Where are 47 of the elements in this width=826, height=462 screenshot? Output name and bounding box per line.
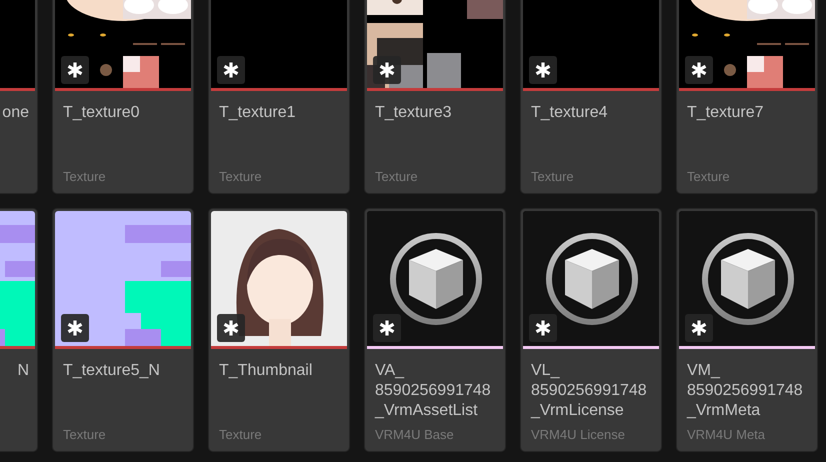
asset-card[interactable]: T_texture3 Texture <box>364 0 506 194</box>
asset-name: one <box>1 103 30 123</box>
cube-icon <box>523 211 659 346</box>
asset-card[interactable]: T_texture1 Texture <box>208 0 350 194</box>
asset-card[interactable]: VM_ 8590256991748 _VrmMeta VRM4U Meta <box>676 208 818 452</box>
asset-type: Texture <box>62 427 106 444</box>
asset-card[interactable]: N <box>0 208 38 452</box>
asset-name: T_texture1 <box>218 103 296 123</box>
asset-name: T_texture3 <box>374 103 452 123</box>
asterisk-icon <box>223 62 239 78</box>
asset-name: T_texture7 <box>686 103 764 123</box>
asterisk-icon <box>379 320 395 336</box>
asset-type: Texture <box>218 427 262 444</box>
asset-card[interactable]: T_texture4 Texture <box>520 0 662 194</box>
asset-card[interactable]: one <box>0 0 38 194</box>
asterisk-icon <box>691 62 707 78</box>
asterisk-icon <box>223 320 239 336</box>
asterisk-icon <box>67 320 83 336</box>
asset-card[interactable]: T_Thumbnail Texture <box>208 208 350 452</box>
asset-type: VRM4U License <box>530 427 625 444</box>
asset-card[interactable]: T_texture5_N Texture <box>52 208 194 452</box>
asset-type: VRM4U Meta <box>686 427 766 444</box>
asset-type: Texture <box>374 169 418 186</box>
asset-card[interactable]: T_texture0 Texture <box>52 0 194 194</box>
asterisk-icon <box>379 62 395 78</box>
asset-name: T_texture5_N <box>62 361 161 381</box>
asset-name: VM_ 8590256991748 _VrmMeta <box>686 361 804 421</box>
asterisk-icon <box>691 320 707 336</box>
asterisk-icon <box>67 62 83 78</box>
asset-card[interactable]: VL_ 8590256991748 _VrmLicense VRM4U License <box>520 208 662 452</box>
asset-name: VA_ 8590256991748 _VrmAssetList <box>374 361 492 421</box>
asterisk-icon <box>535 62 551 78</box>
asset-type: VRM4U Base <box>374 427 454 444</box>
asset-type: Texture <box>686 169 730 186</box>
cube-icon <box>367 211 503 346</box>
asterisk-icon <box>535 320 551 336</box>
asset-card[interactable]: T_texture7 Texture <box>676 0 818 194</box>
asset-name: T_texture4 <box>530 103 608 123</box>
asset-name: VL_ 8590256991748 _VrmLicense <box>530 361 648 421</box>
asset-name: T_texture0 <box>62 103 140 123</box>
asset-name: N <box>16 361 30 381</box>
cube-icon <box>679 211 815 346</box>
asset-type: Texture <box>62 169 106 186</box>
asset-name: T_Thumbnail <box>218 361 314 381</box>
asset-card[interactable]: VA_ 8590256991748 _VrmAssetList VRM4U Base <box>364 208 506 452</box>
asset-type: Texture <box>530 169 574 186</box>
asset-type: Texture <box>218 169 262 186</box>
